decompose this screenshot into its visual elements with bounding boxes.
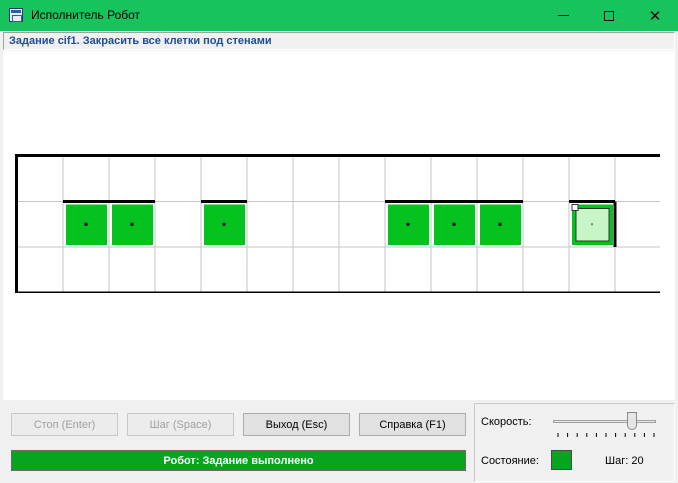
task-panel: Задание cif1. Закрасить все клетки под с… — [3, 32, 675, 50]
step-counter: Шаг: 20 — [605, 455, 644, 467]
help-button[interactable]: Справка (F1) — [359, 413, 466, 436]
state-indicator — [551, 450, 572, 470]
cell-dot — [222, 222, 226, 226]
task-label: Задание cif1. Закрасить все клетки под с… — [9, 35, 272, 47]
speed-slider-track[interactable] — [553, 420, 656, 423]
step-label: Шаг: — [605, 455, 629, 467]
cell-dot — [498, 222, 502, 226]
exit-button[interactable]: Выход (Esc) — [243, 413, 350, 436]
maximize-button[interactable] — [586, 0, 632, 31]
step-count: 20 — [631, 455, 644, 467]
robot-field — [15, 154, 660, 293]
status-bar: Робот: Задание выполнено — [11, 450, 466, 471]
state-label: Состояние: — [481, 455, 539, 467]
maximize-icon — [604, 10, 614, 21]
close-icon: ✕ — [648, 7, 662, 25]
cell-dot — [452, 222, 456, 226]
cell-dot — [406, 222, 410, 226]
cell-dot — [591, 223, 593, 226]
speed-label: Скорость: — [481, 416, 532, 428]
minimize-icon — [557, 15, 569, 16]
speed-slider-thumb[interactable] — [627, 412, 638, 430]
app-icon — [9, 8, 23, 22]
speed-ticks — [557, 433, 655, 437]
title-bar: Исполнитель Робот ✕ — [0, 0, 678, 31]
minimize-button[interactable] — [540, 0, 586, 31]
window-title: Исполнитель Робот — [31, 8, 141, 22]
robot-marker — [571, 204, 579, 211]
close-button[interactable]: ✕ — [632, 0, 678, 31]
settings-group — [474, 403, 675, 482]
cell-dot — [130, 222, 134, 226]
stop-button[interactable]: Стоп (Enter) — [11, 413, 118, 436]
step-button[interactable]: Шаг (Space) — [127, 413, 234, 436]
cell-dot — [84, 222, 88, 226]
